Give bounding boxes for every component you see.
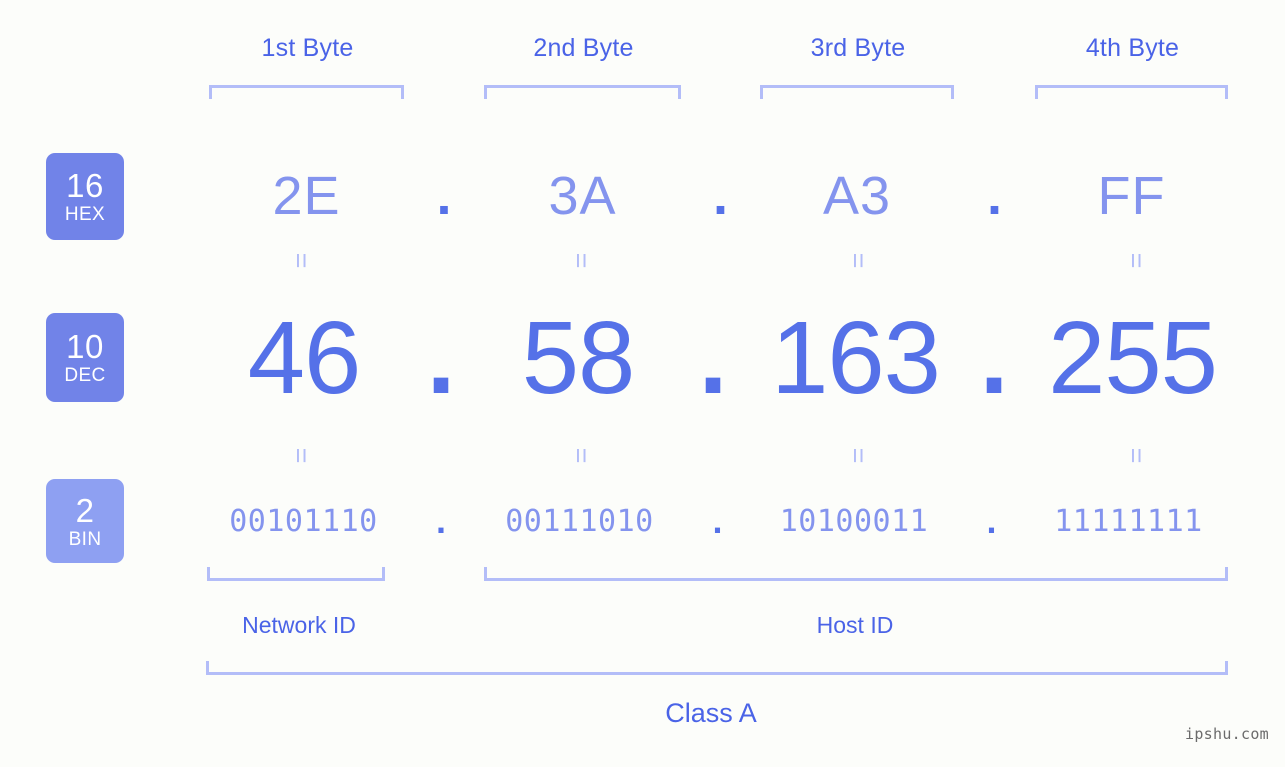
hex-byte-3: A3 <box>822 166 892 226</box>
dec-dot-separator-1: . <box>426 299 456 415</box>
byte-bracket-1 <box>209 85 404 99</box>
base-badge-bin-abbr: BIN <box>68 528 102 550</box>
bin-byte-1: 00101110 <box>229 503 378 539</box>
base-badge-dec-number: 10 <box>66 328 104 365</box>
dec-dot-separator-2: . <box>698 299 728 415</box>
dec-byte-3: 163 <box>771 300 941 415</box>
dec-byte-2: 58 <box>521 300 636 415</box>
base-badge-hex-abbr: HEX <box>64 204 106 225</box>
base-badge-hex: 16 HEX <box>46 153 124 240</box>
host-id-bracket <box>484 567 1228 581</box>
hex-value-row: 2E . 3A . A3 . FF <box>150 150 1285 242</box>
host-id-label: Host ID <box>816 612 894 638</box>
byte-header-label-3: 3rd Byte <box>810 34 906 62</box>
ip-address-breakdown-diagram: 1st Byte 2nd Byte 3rd Byte 4th Byte 16 H… <box>0 0 1285 767</box>
base-badge-dec: 10 DEC <box>46 313 124 402</box>
equals-marker-hex-dec-2: = <box>566 252 597 269</box>
class-label: Class A <box>665 698 757 728</box>
dec-byte-4: 255 <box>1048 300 1218 415</box>
equals-marker-dec-bin-2: = <box>566 447 597 464</box>
network-id-label: Network ID <box>242 612 356 638</box>
hex-byte-1: 2E <box>272 166 341 226</box>
equals-marker-dec-bin-4: = <box>1121 447 1152 464</box>
byte-header-label-4: 4th Byte <box>1085 34 1180 62</box>
dec-dot-separator-3: . <box>979 299 1009 415</box>
byte-header-label-1: 1st Byte <box>261 34 354 62</box>
byte-bracket-4 <box>1035 85 1228 99</box>
class-bracket <box>206 661 1228 675</box>
hex-byte-2: 3A <box>548 166 617 226</box>
hex-byte-4: FF <box>1097 166 1166 226</box>
base-badge-dec-abbr: DEC <box>64 365 106 386</box>
bin-dot-separator-3: . <box>986 500 997 542</box>
bin-dot-separator-1: . <box>435 500 446 542</box>
hex-dot-separator-3: . <box>986 165 1002 226</box>
bin-value-row: 00101110 . 00111010 . 10100011 . 1111111… <box>150 492 1285 550</box>
base-badge-bin: 2 BIN <box>46 479 124 563</box>
base-badge-bin-number: 2 <box>75 491 95 529</box>
bin-byte-4: 11111111 <box>1054 503 1203 539</box>
hex-dot-separator-1: . <box>436 165 452 226</box>
bin-byte-3: 10100011 <box>779 503 929 539</box>
equals-marker-dec-bin-1: = <box>286 447 317 464</box>
equals-marker-dec-bin-3: = <box>843 447 874 464</box>
watermark: ipshu.com <box>1185 725 1269 743</box>
equals-marker-hex-dec-4: = <box>1121 252 1152 269</box>
byte-bracket-2 <box>484 85 681 99</box>
bin-byte-2: 00111010 <box>505 503 654 539</box>
byte-bracket-3 <box>760 85 954 99</box>
hex-dot-separator-2: . <box>712 165 728 226</box>
bin-dot-separator-2: . <box>712 500 723 542</box>
byte-header-label-2: 2nd Byte <box>533 34 634 62</box>
base-badge-hex-number: 16 <box>66 167 104 204</box>
equals-marker-hex-dec-3: = <box>843 252 874 269</box>
equals-marker-hex-dec-1: = <box>286 252 317 269</box>
network-id-bracket <box>207 567 385 581</box>
dec-byte-1: 46 <box>247 300 362 415</box>
dec-value-row: 46 . 58 . 163 . 255 <box>150 294 1285 422</box>
